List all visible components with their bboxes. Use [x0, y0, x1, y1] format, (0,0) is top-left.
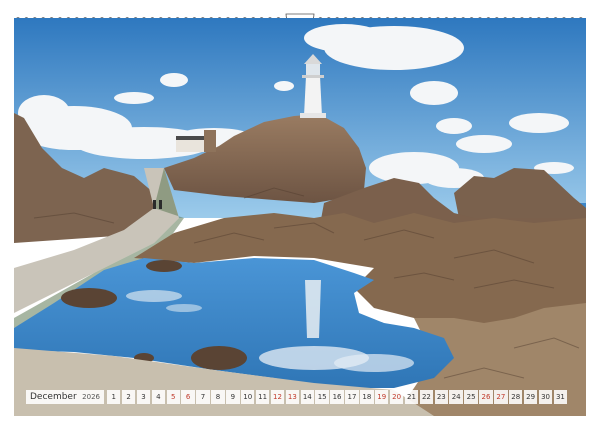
day-cell: 3 — [136, 390, 151, 404]
day-cell: 27 — [494, 390, 508, 404]
day-cells: 1 2 3 4 5 6 7 8 9 10 11 12 13 14 15 16 17 18 19 20 21 22 23 24 2… — [107, 390, 569, 404]
day-cell: 18 — [360, 390, 374, 404]
day-cell: 17 — [345, 390, 359, 404]
day-cell: 29 — [523, 390, 538, 404]
day-cell: 19 — [375, 390, 389, 404]
day-cell: 5 — [166, 390, 180, 404]
day-cell: 28 — [509, 390, 523, 404]
day-cell: 31 — [553, 390, 568, 404]
calendar-photo — [14, 18, 586, 416]
day-cell: 8 — [211, 390, 225, 404]
day-cell: 15 — [315, 390, 329, 404]
calendar-strip: December 2026 1 2 3 4 5 6 7 8 9 10 11 12 13 14 15 16 17 1… — [26, 389, 574, 405]
day-cell: 2 — [121, 390, 136, 404]
day-cell: 14 — [300, 390, 314, 404]
day-cell: 20 — [389, 390, 404, 404]
day-cell: 30 — [538, 390, 553, 404]
day-cell: 22 — [419, 390, 434, 404]
day-cell: 9 — [226, 390, 240, 404]
day-cell: 4 — [151, 390, 166, 404]
day-cell: 13 — [285, 390, 300, 404]
month-label: December 2026 — [26, 390, 104, 404]
day-cell: 21 — [404, 390, 419, 404]
day-cell: 16 — [330, 390, 344, 404]
day-cell: 23 — [434, 390, 448, 404]
day-cell: 26 — [479, 390, 493, 404]
day-cell: 7 — [196, 390, 210, 404]
month-name: December — [30, 392, 77, 402]
year-label: 2026 — [82, 393, 100, 401]
day-cell: 10 — [241, 390, 255, 404]
day-cell: 11 — [255, 390, 270, 404]
day-cell: 25 — [464, 390, 478, 404]
day-cell: 12 — [270, 390, 285, 404]
day-cell: 24 — [449, 390, 463, 404]
day-cell: 1 — [107, 390, 121, 404]
day-cell: 6 — [181, 390, 195, 404]
